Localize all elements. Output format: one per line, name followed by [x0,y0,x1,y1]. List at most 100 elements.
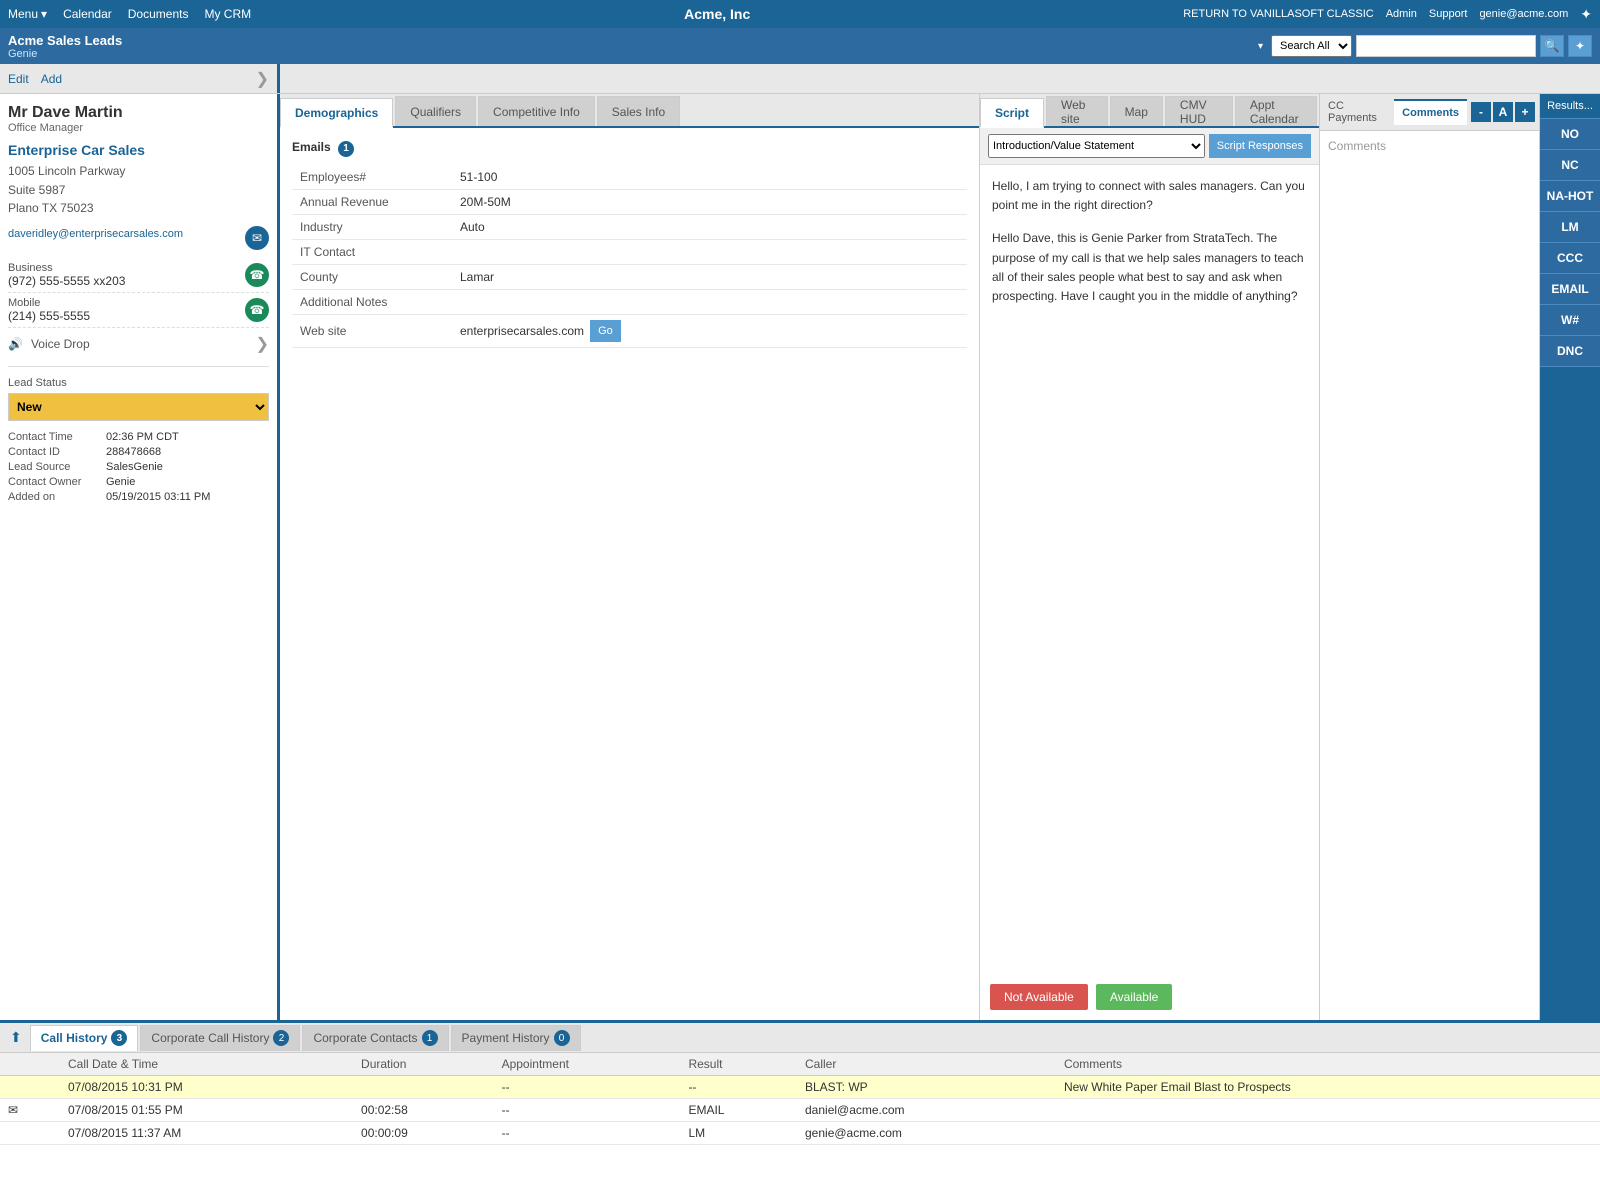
tab-script[interactable]: Script [980,98,1044,128]
mobile-phone[interactable]: (214) 555-5555 [8,309,90,323]
caller-3: genie@acme.com [797,1122,1056,1145]
call-date-1: 07/08/2015 10:31 PM [60,1076,353,1099]
voice-drop-chevron[interactable]: ❯ [256,334,269,354]
result-nc-btn[interactable]: NC [1540,150,1600,181]
script-select-row: Introduction/Value Statement Script Resp… [980,128,1319,165]
available-button[interactable]: Available [1096,984,1172,1010]
business-phone[interactable]: (972) 555-5555 xx203 [8,274,125,288]
table-row: County Lamar [292,264,967,289]
result-3: LM [680,1122,797,1145]
table-row: Industry Auto [292,214,967,239]
call-date-2: 07/08/2015 01:55 PM [60,1099,353,1122]
contact-id-value: 288478668 [106,446,161,458]
call-history-tbody: 07/08/2015 10:31 PM -- -- BLAST: WP New … [0,1076,1600,1145]
main-area: Mr Dave Martin Office Manager Enterprise… [0,94,1600,1020]
col-caller: Caller [797,1053,1056,1076]
add-button[interactable]: Add [41,72,62,86]
comments-1: New White Paper Email Blast to Prospects [1056,1076,1600,1099]
script-dropdown[interactable]: Introduction/Value Statement [988,134,1205,158]
lead-status-select[interactable]: New [8,393,269,421]
bottom-tab-bar: ⬆ Call History 3 Corporate Call History … [0,1023,1600,1053]
table-row: Additional Notes [292,289,967,314]
result-dnc-btn[interactable]: DNC [1540,336,1600,367]
script-responses-button[interactable]: Script Responses [1209,134,1311,158]
contact-email[interactable]: daveridley@enterprisecarsales.com [8,228,239,240]
middle-panel: Demographics Qualifiers Competitive Info… [280,94,980,1020]
support-btn[interactable]: Support [1429,8,1468,20]
admin-btn[interactable]: Admin [1386,8,1417,20]
comment-action-btns: - A + [1467,102,1539,122]
tab-cmv-hud[interactable]: CMV HUD [1165,96,1233,126]
script-action-buttons: Not Available Available [980,974,1319,1020]
search-input[interactable] [1356,35,1536,57]
sub-nav-left: Acme Sales Leads Genie [8,33,1250,60]
comments-content: Comments [1320,131,1539,1020]
corp-contacts-label: Corporate Contacts [313,1031,417,1045]
company-title: Acme, Inc [267,6,1167,22]
collapse-icon[interactable]: ⬆ [4,1025,28,1050]
call-history-table: Call Date & Time Duration Appointment Re… [0,1053,1600,1145]
website-url[interactable]: enterprisecarsales.com [460,324,584,338]
tab-competitive-info[interactable]: Competitive Info [478,96,595,126]
tab-corporate-call-history[interactable]: Corporate Call History 2 [140,1025,300,1051]
business-call-icon[interactable]: ☎ [245,263,269,287]
contact-time-value: 02:36 PM CDT [106,431,179,443]
result-ccc-btn[interactable]: CCC [1540,243,1600,274]
bottom-content: Call Date & Time Duration Appointment Re… [0,1053,1600,1200]
tab-website[interactable]: Web site [1046,96,1108,126]
results-header[interactable]: Results... [1540,94,1600,119]
appointment-2: -- [494,1099,681,1122]
edit-button[interactable]: Edit [8,72,29,86]
tab-appt-calendar[interactable]: Appt Calendar [1235,96,1317,126]
voice-drop-row[interactable]: 🔊 Voice Drop ❯ [8,328,269,360]
not-available-button[interactable]: Not Available [990,984,1088,1010]
menu-button[interactable]: Menu ▾ [8,7,47,21]
user-email[interactable]: genie@acme.com [1479,8,1568,20]
my-crm-nav-item[interactable]: My CRM [204,7,251,21]
search-button[interactable]: 🔍 [1540,35,1564,57]
comment-minus-btn[interactable]: - [1471,102,1491,122]
tab-sales-info[interactable]: Sales Info [597,96,680,126]
top-nav-right: RETURN TO VANILLASOFT CLASSIC Admin Supp… [1183,6,1592,23]
queue-dropdown-icon[interactable]: ▾ [1258,41,1263,52]
table-row: Annual Revenue 20M-50M [292,189,967,214]
caller-2: daniel@acme.com [797,1099,1056,1122]
comment-plus-btn[interactable]: + [1515,102,1535,122]
script-tab-bar: Script Web site Map CMV HUD Appt Calenda… [980,94,1319,128]
toolbar-chevron[interactable]: ❯ [256,69,269,89]
demographics-table: Employees# 51-100 Annual Revenue 20M-50M… [292,165,967,348]
return-classic-btn[interactable]: RETURN TO VANILLASOFT CLASSIC [1183,8,1374,20]
lead-source-value: SalesGenie [106,461,163,473]
go-button[interactable]: Go [590,320,621,342]
caller-1: BLAST: WP [797,1076,1056,1099]
comment-a-btn[interactable]: A [1493,102,1513,122]
tab-payment-history[interactable]: Payment History 0 [451,1025,581,1051]
contact-owner-value: Genie [106,476,135,488]
documents-nav-item[interactable]: Documents [128,7,189,21]
duration-2: 00:02:58 [353,1099,494,1122]
calendar-nav-item[interactable]: Calendar [63,7,112,21]
lead-status-section: Lead Status New [8,377,269,421]
tab-qualifiers[interactable]: Qualifiers [395,96,476,126]
result-lm-btn[interactable]: LM [1540,212,1600,243]
call-history-label: Call History [41,1031,108,1045]
tab-corporate-contacts[interactable]: Corporate Contacts 1 [302,1025,448,1051]
email-count-badge: 1 [338,141,354,157]
tab-cc-payments[interactable]: CC Payments [1320,94,1394,130]
result-no-btn[interactable]: NO [1540,119,1600,150]
mobile-call-icon[interactable]: ☎ [245,298,269,322]
tab-comments-active[interactable]: Comments [1394,99,1467,125]
result-email-btn[interactable]: EMAIL [1540,274,1600,305]
email-icon[interactable]: ✉ [245,226,269,250]
result-na-hot-btn[interactable]: NA-HOT [1540,181,1600,212]
lead-status-label: Lead Status [8,377,269,389]
search-scope-select[interactable]: Search All [1271,35,1352,57]
tab-demographics[interactable]: Demographics [280,98,393,128]
company-name[interactable]: Enterprise Car Sales [8,142,269,158]
tab-map[interactable]: Map [1110,96,1163,126]
tab-call-history[interactable]: Call History 3 [30,1025,139,1051]
menu-dropdown-icon[interactable]: ▾ [41,7,47,21]
advanced-search-button[interactable]: ✦ [1568,35,1592,57]
result-w-hash-btn[interactable]: W# [1540,305,1600,336]
user-icon: ✦ [1580,6,1592,23]
